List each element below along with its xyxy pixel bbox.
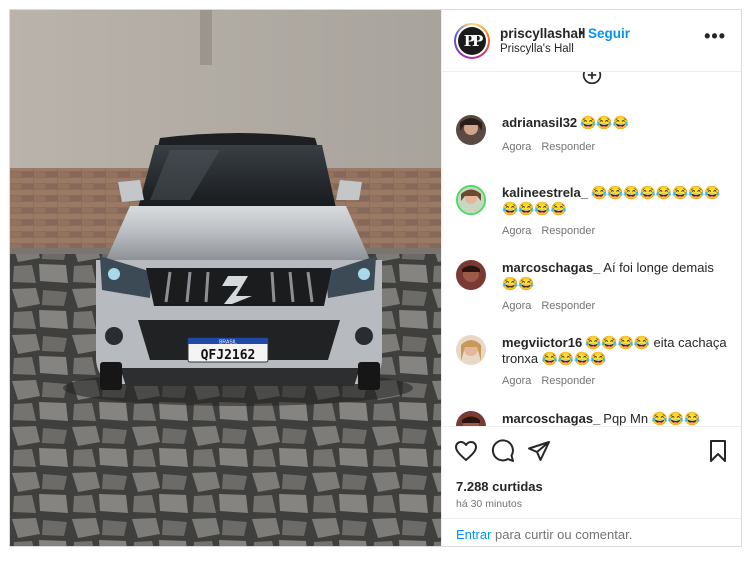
post-side-panel: PP priscyllashall • Seguir Priscylla's H… — [441, 10, 741, 546]
login-link[interactable]: Entrar — [456, 527, 491, 542]
login-prompt: Entrar para curtir ou comentar. — [442, 518, 741, 546]
post-header: PP priscyllashall • Seguir Priscylla's H… — [442, 10, 741, 72]
comment-time: Agora — [502, 375, 532, 387]
bookmark-icon[interactable] — [706, 439, 730, 463]
reply-button[interactable]: Responder — [541, 375, 595, 387]
reply-button[interactable]: Responder — [541, 300, 595, 312]
reply-button[interactable]: Responder — [541, 141, 595, 153]
post-timestamp: há 30 minutos — [456, 498, 522, 510]
post-photo[interactable]: BRASIL QFJ2162 — [10, 10, 441, 546]
comment-text: megviictor16 😂😂😂😂 eita cachaça tronxa 😂😂😂… — [502, 335, 732, 367]
comment-username[interactable]: marcoschagas_ — [502, 260, 600, 275]
commenter-avatar[interactable] — [456, 115, 486, 145]
heart-icon[interactable] — [454, 439, 478, 463]
comment-time: Agora — [502, 300, 532, 312]
commenter-avatar[interactable] — [456, 411, 486, 426]
more-options-icon[interactable]: ••• — [704, 27, 726, 45]
commenter-avatar[interactable] — [456, 260, 486, 290]
comment-meta: Agora Responder — [502, 375, 605, 387]
post-actions: 7.288 curtidas há 30 minutos — [442, 426, 741, 526]
comment-meta: Agora Responder — [502, 300, 605, 312]
likes-count[interactable]: 7.288 curtidas — [456, 479, 543, 494]
reply-button[interactable]: Responder — [541, 225, 595, 237]
comment-text: kalineestrela_ 😂😂😂😂😂😂😂😂😂😂😂😂 — [502, 185, 732, 217]
comment-username[interactable]: adrianasil32 — [502, 115, 577, 130]
login-prompt-text: Entrar para curtir ou comentar. — [456, 527, 632, 542]
comments-list[interactable]: adrianasil32 😂😂😂 Agora Responder kalineest… — [442, 72, 741, 426]
comment-content: 😂😂😂 — [580, 115, 629, 130]
commenter-avatar[interactable] — [456, 335, 486, 365]
comment-username[interactable]: megviictor16 — [502, 335, 582, 350]
comment-username[interactable]: kalineestrela_ — [502, 185, 588, 200]
author-username[interactable]: priscyllashall — [500, 26, 586, 41]
comment-time: Agora — [502, 225, 532, 237]
comment-text: marcoschagas_ Pqp Mn 😂😂😂 — [502, 411, 732, 426]
comment-meta: Agora Responder — [502, 225, 605, 237]
comment-icon[interactable] — [491, 439, 515, 463]
license-plate: QFJ2162 — [201, 348, 256, 363]
commenter-avatar[interactable] — [456, 185, 486, 215]
share-icon[interactable] — [527, 439, 551, 463]
author-subtitle: Priscylla's Hall — [500, 43, 574, 55]
comment-text: marcoschagas_ Aí foi longe demais 😂😂 — [502, 260, 732, 292]
car-photo-illustration: BRASIL QFJ2162 — [10, 10, 441, 546]
separator-dot: • — [579, 25, 584, 40]
profile-avatar[interactable]: PP — [454, 23, 490, 59]
comment-time: Agora — [502, 141, 532, 153]
load-more-comments-icon[interactable] — [582, 72, 602, 85]
comment-content: Pqp Mn 😂😂😂 — [603, 411, 701, 426]
avatar-initials: PP — [458, 27, 486, 55]
comment-username[interactable]: marcoschagas_ — [502, 411, 600, 426]
comment-meta: Agora Responder — [502, 141, 605, 153]
comment-text: adrianasil32 😂😂😂 — [502, 115, 732, 131]
post-dialog: BRASIL QFJ2162 PP priscyllashall • Segui… — [9, 9, 742, 547]
plate-country: BRASIL — [219, 340, 237, 346]
login-prompt-rest: para curtir ou comentar. — [491, 527, 633, 542]
follow-button[interactable]: Seguir — [588, 26, 630, 41]
